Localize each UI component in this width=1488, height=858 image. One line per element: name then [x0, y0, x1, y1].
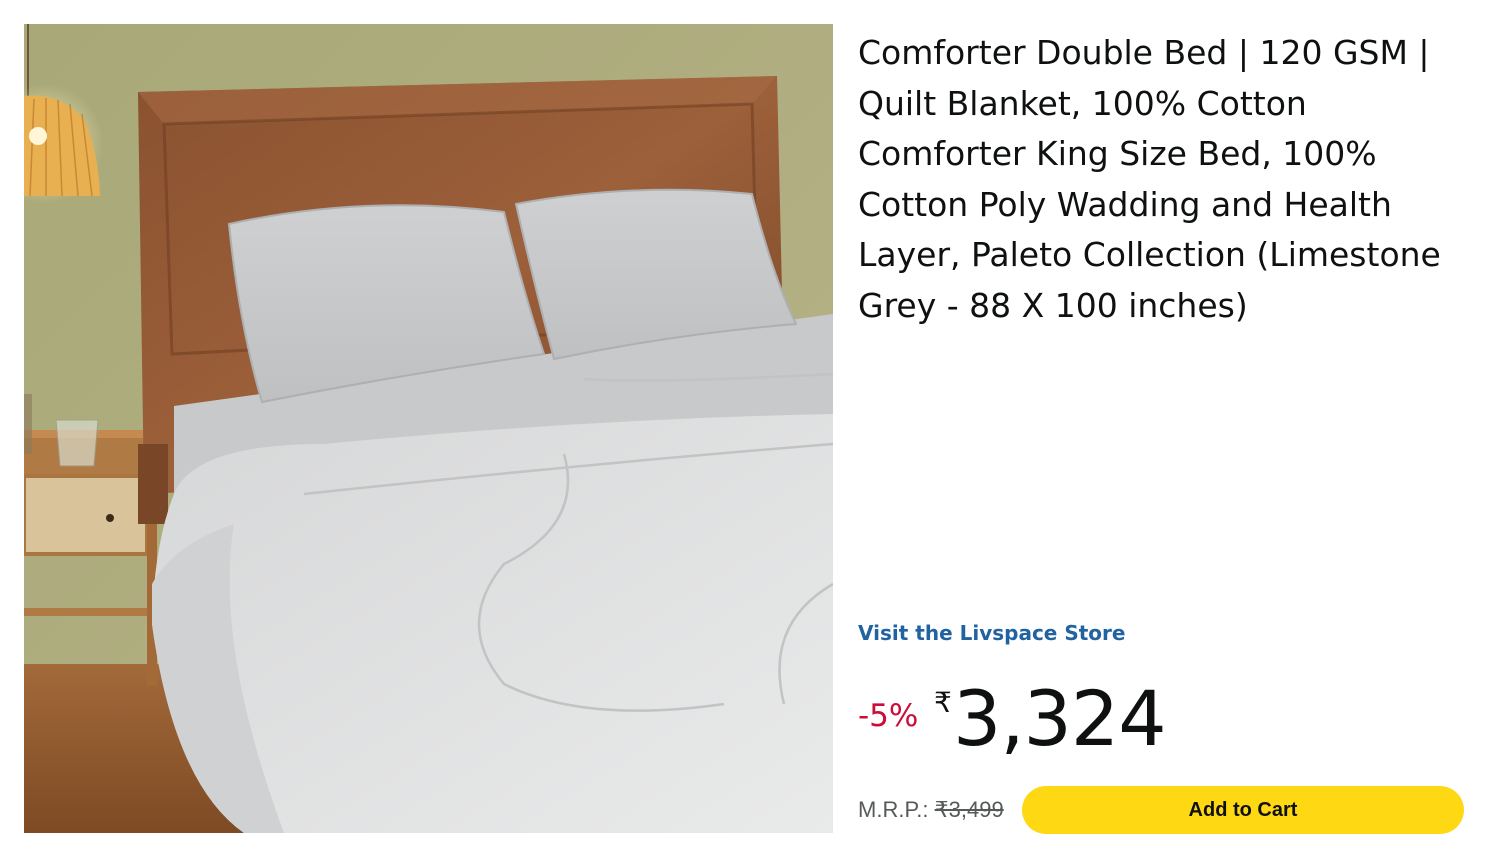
- mrp-label: M.R.P.:: [858, 797, 929, 822]
- price: 3,324: [953, 674, 1167, 763]
- product-title: Comforter Double Bed | 120 GSM | Quilt B…: [858, 33, 1441, 325]
- mrp: M.R.P.: ₹3,499: [858, 797, 1004, 823]
- add-to-cart-button[interactable]: Add to Cart: [1022, 786, 1464, 834]
- currency-symbol: ₹: [934, 686, 952, 719]
- product-image[interactable]: [24, 24, 833, 833]
- mrp-value: ₹3,499: [934, 797, 1004, 822]
- discount-percent: -5%: [858, 698, 919, 734]
- store-link[interactable]: Visit the Livspace Store: [858, 621, 1125, 645]
- price-row: -5% ₹ 3,324: [858, 674, 1458, 770]
